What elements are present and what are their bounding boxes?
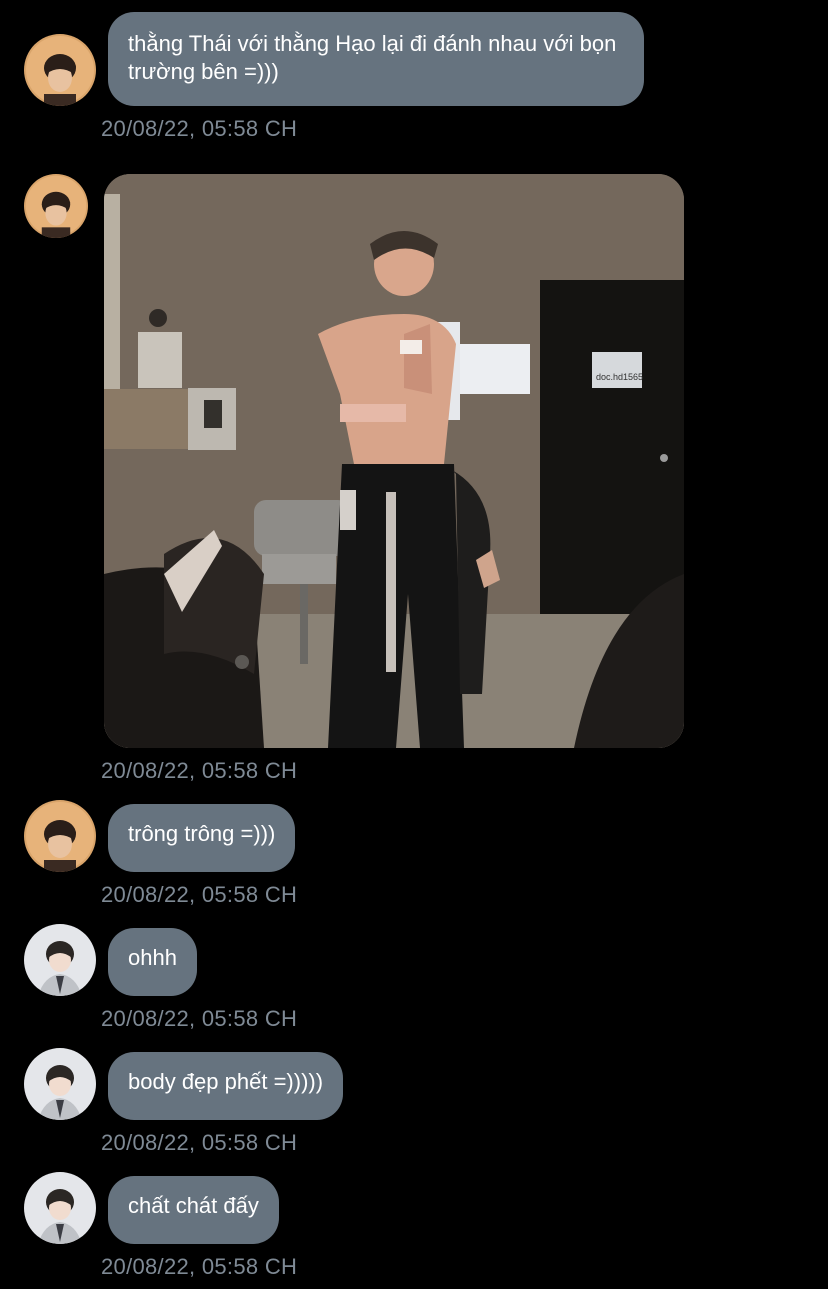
user-avatar[interactable] <box>24 1172 96 1244</box>
message-timestamp: 20/08/22, 05:58 CH <box>101 116 298 141</box>
message-timestamp: 20/08/22, 05:58 CH <box>101 882 298 907</box>
message-timestamp: 20/08/22, 05:58 CH <box>101 758 298 783</box>
user-avatar[interactable] <box>24 1048 96 1120</box>
user-avatar[interactable] <box>24 924 96 996</box>
message-bubble[interactable]: trông trông =))) <box>108 804 296 872</box>
message-photo[interactable]: doc.hd1565 <box>104 174 684 748</box>
photo-image: doc.hd1565 <box>104 174 684 748</box>
door-sign-text: doc.hd1565 <box>596 372 643 382</box>
message-text: body đẹp phết =))))) <box>128 1069 324 1094</box>
message-text: chất chát đấy <box>128 1193 259 1218</box>
message-bubble[interactable]: chất chát đấy <box>108 1176 279 1244</box>
avatar-image <box>24 1048 96 1120</box>
message-text: trông trông =))) <box>128 821 276 846</box>
user-avatar[interactable] <box>24 34 96 106</box>
message-text: thằng Thái với thằng Hạo lại đi đánh nha… <box>128 31 617 84</box>
message-timestamp: 20/08/22, 05:58 CH <box>101 1254 298 1279</box>
avatar-image <box>24 34 96 106</box>
user-avatar[interactable] <box>24 174 88 238</box>
avatar-image <box>24 1172 96 1244</box>
message-bubble[interactable]: ohhh <box>108 928 197 996</box>
message-timestamp: 20/08/22, 05:58 CH <box>101 1130 298 1155</box>
user-avatar[interactable] <box>24 800 96 872</box>
avatar-image <box>24 800 96 872</box>
message-text: ohhh <box>128 945 177 970</box>
avatar-image <box>24 924 96 996</box>
avatar-image <box>24 174 88 238</box>
message-bubble[interactable]: thằng Thái với thằng Hạo lại đi đánh nha… <box>108 12 644 106</box>
message-timestamp: 20/08/22, 05:58 CH <box>101 1006 298 1031</box>
message-bubble[interactable]: body đẹp phết =))))) <box>108 1052 344 1120</box>
